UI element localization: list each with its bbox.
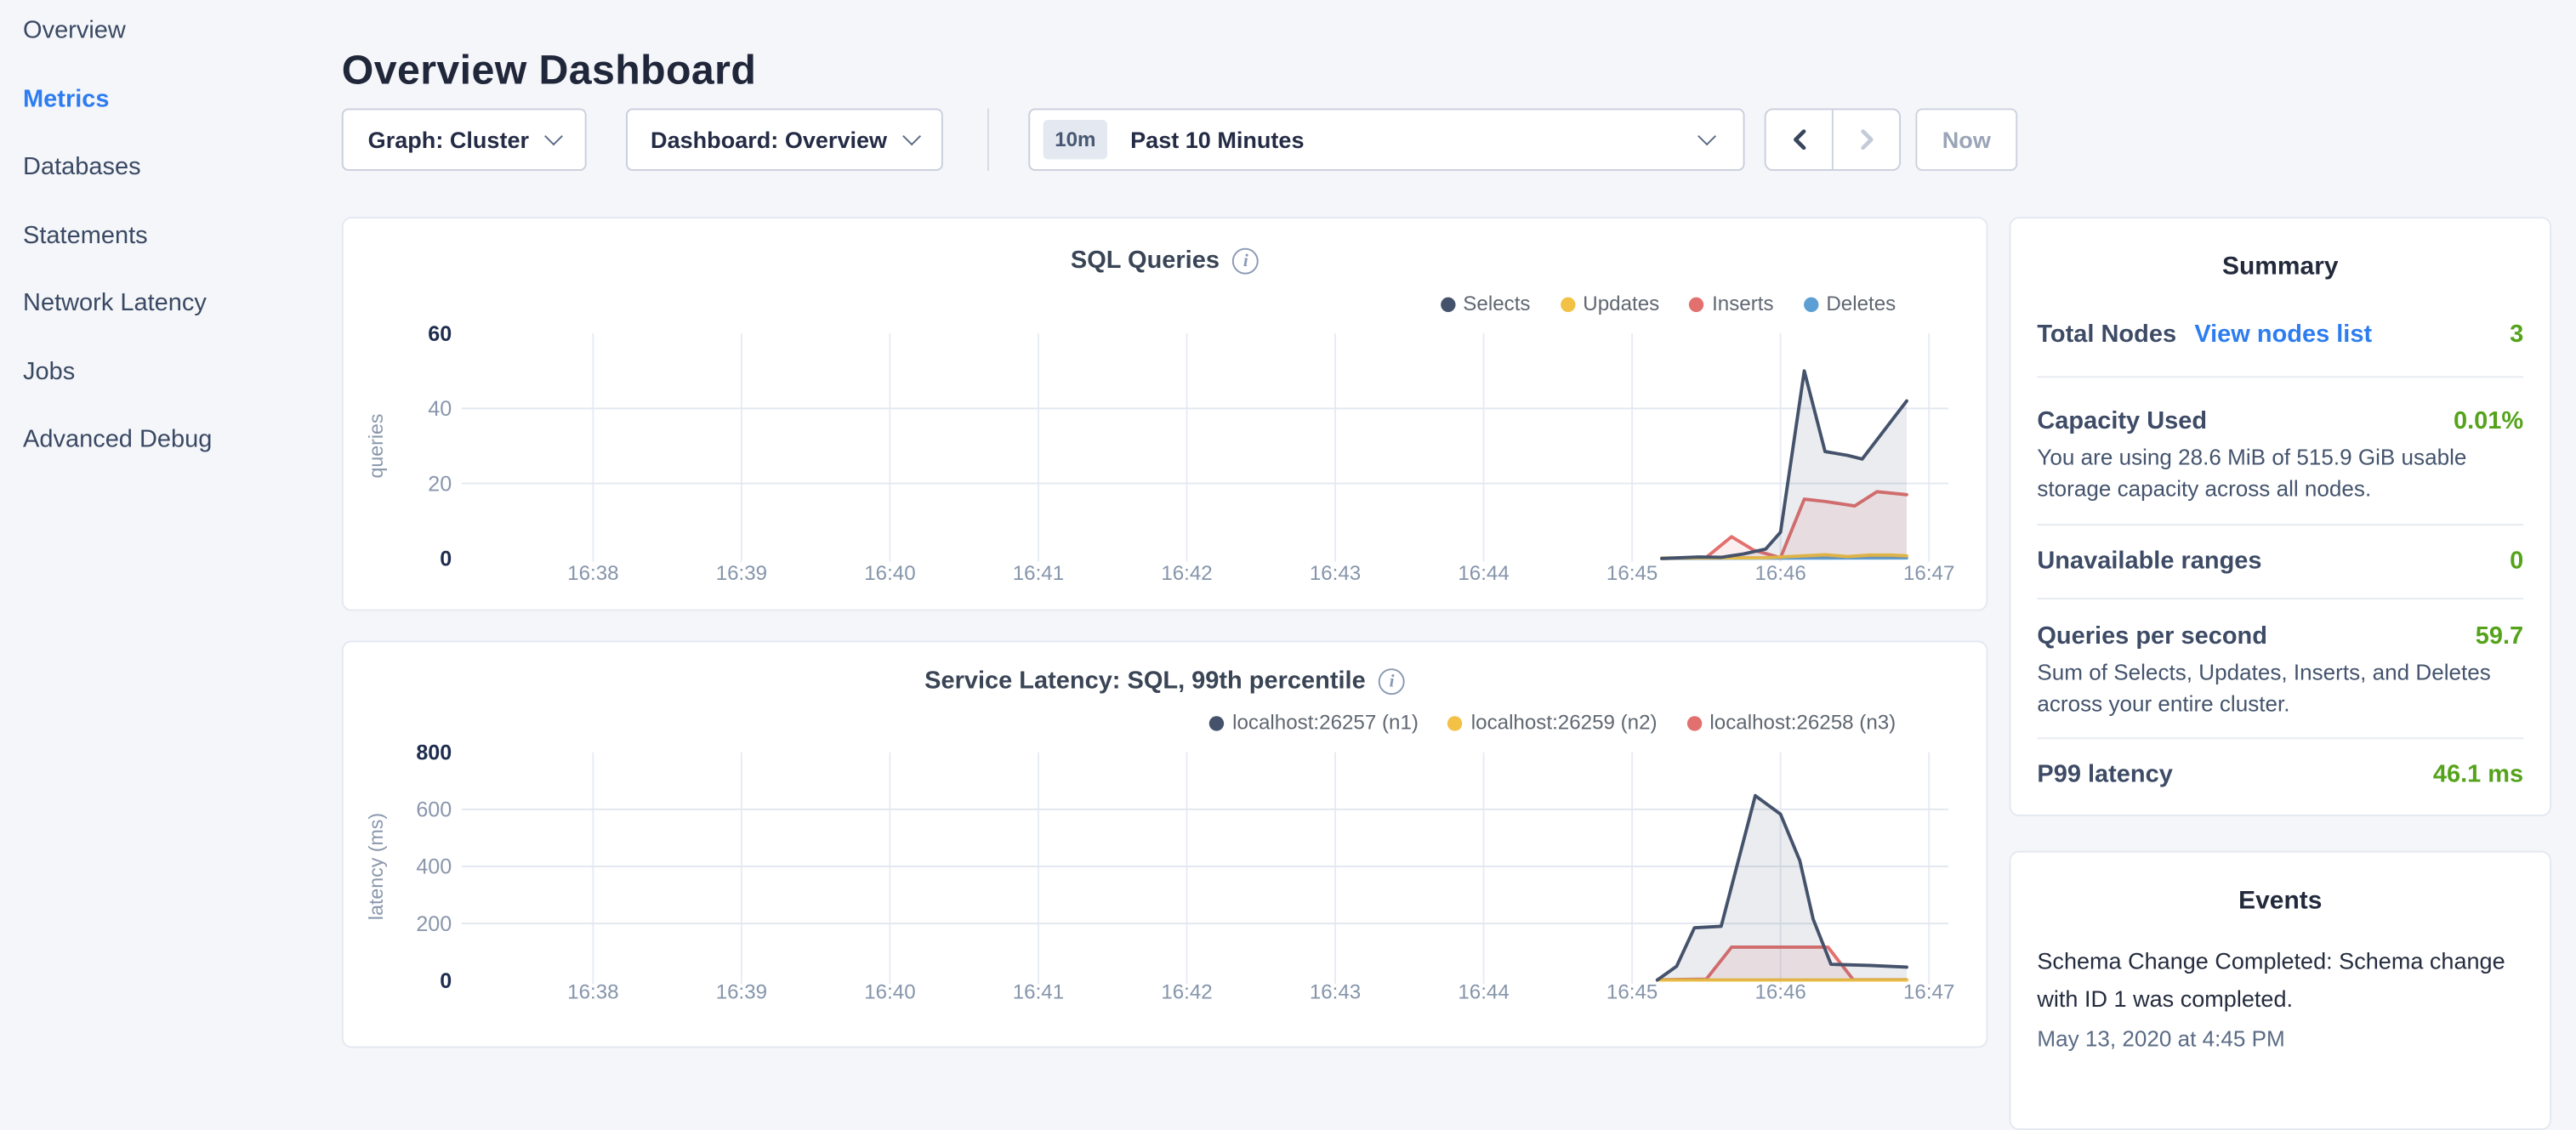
time-pager: [1765, 108, 1901, 170]
sidebar-item-overview[interactable]: Overview: [23, 13, 351, 48]
summary-row-unavailable-ranges: Unavailable ranges 0: [2037, 545, 2523, 578]
x-tick-label: 16:45: [1606, 981, 1658, 1004]
summary-description: You are using 28.6 MiB of 515.9 GiB usab…: [2037, 442, 2523, 504]
chart-plot: 16:38 16:39 16:40 16:41 16:42 16:43 16:44 16:45…: [344, 219, 1987, 610]
x-tick-label: 16:44: [1458, 562, 1509, 585]
chevron-down-icon: [544, 126, 563, 145]
prev-time-button[interactable]: [1766, 110, 1832, 169]
summary-row-capacity-used: Capacity Used 0.01%: [2037, 406, 2523, 439]
x-tick-label: 16:39: [716, 562, 767, 585]
toolbar-divider: [987, 108, 989, 170]
y-tick-label: 400: [416, 855, 452, 879]
next-time-button[interactable]: [1832, 110, 1899, 169]
sidebar: Overview Metrics Databases Statements Ne…: [0, 0, 351, 491]
y-tick-label: 200: [416, 912, 452, 936]
x-tick-label: 16:38: [567, 562, 618, 585]
chevron-down-icon: [1697, 126, 1716, 145]
y-tick-label: 60: [428, 322, 452, 346]
sidebar-item-databases[interactable]: Databases: [23, 150, 351, 185]
summary-description: Sum of Selects, Updates, Inserts, and De…: [2037, 657, 2523, 719]
series-area: [1662, 371, 1907, 559]
y-tick-label: 600: [416, 798, 452, 822]
chevron-down-icon: [902, 126, 921, 145]
chart-plot: 16:38 16:39 16:40 16:41 16:42 16:43 16:44 16:45…: [344, 642, 1987, 1046]
event-timestamp: May 13, 2020 at 4:45 PM: [2037, 1023, 2523, 1054]
page-title: Overview Dashboard: [342, 48, 756, 95]
summary-label: Queries per second: [2037, 621, 2267, 654]
summary-label: Unavailable ranges: [2037, 545, 2261, 578]
dashboard-dropdown-label: Dashboard: Overview: [651, 127, 887, 153]
x-tick-label: 16:41: [1013, 562, 1064, 585]
x-tick-label: 16:43: [1310, 562, 1361, 585]
x-tick-label: 16:47: [1903, 981, 1954, 1004]
divider: [2037, 737, 2523, 739]
x-tick-label: 16:40: [864, 981, 915, 1004]
now-button-label: Now: [1942, 127, 1991, 153]
x-tick-label: 16:47: [1903, 562, 1954, 585]
now-button[interactable]: Now: [1915, 108, 2017, 170]
divider: [2037, 598, 2523, 599]
summary-panel: Summary Total Nodes View nodes list 3 Ca…: [2010, 217, 2551, 816]
summary-label: Capacity Used: [2037, 406, 2207, 439]
summary-label: P99 latency: [2037, 758, 2172, 792]
events-title: Events: [2037, 853, 2523, 918]
view-nodes-list-link[interactable]: View nodes list: [2194, 319, 2372, 352]
y-tick-label: 0: [440, 969, 452, 993]
summary-value: 59.7: [2476, 621, 2523, 654]
time-range-badge: 10m: [1043, 120, 1107, 159]
summary-row-p99-latency: P99 latency 46.1 ms: [2037, 758, 2523, 792]
sidebar-item-jobs[interactable]: Jobs: [23, 354, 351, 389]
x-tick-label: 16:40: [864, 562, 915, 585]
series-area: [1658, 796, 1907, 980]
divider: [2037, 376, 2523, 378]
service-latency-chart-card: Service Latency: SQL, 99th percentile i …: [342, 640, 1988, 1048]
divider: [2037, 524, 2523, 525]
event-message: Schema Change Completed: Schema change w…: [2037, 943, 2523, 1019]
summary-value: 3: [2510, 319, 2523, 352]
sidebar-item-statements[interactable]: Statements: [23, 218, 351, 253]
dashboard-dropdown[interactable]: Dashboard: Overview: [626, 108, 943, 170]
x-tick-label: 16:44: [1458, 981, 1509, 1004]
sidebar-item-metrics[interactable]: Metrics: [23, 82, 351, 117]
x-tick-label: 16:46: [1754, 562, 1805, 585]
y-axis-label: queries: [365, 413, 387, 478]
graph-scope-dropdown-label: Graph: Cluster: [368, 127, 529, 153]
x-tick-label: 16:38: [567, 981, 618, 1004]
x-tick-label: 16:42: [1161, 562, 1212, 585]
time-range-label: Past 10 Minutes: [1130, 127, 1682, 153]
summary-row-queries-per-second: Queries per second 59.7: [2037, 621, 2523, 654]
x-tick-label: 16:45: [1606, 562, 1658, 585]
y-tick-label: 40: [428, 397, 452, 421]
chevron-right-icon: [1856, 128, 1877, 151]
sidebar-item-network-latency[interactable]: Network Latency: [23, 286, 351, 321]
summary-label: Total Nodes: [2037, 319, 2176, 352]
y-tick-label: 20: [428, 472, 452, 496]
sql-queries-chart-card: SQL Queries i SelectsUpdatesInsertsDelet…: [342, 217, 1988, 611]
x-tick-label: 16:43: [1310, 981, 1361, 1004]
chevron-left-icon: [1788, 128, 1810, 151]
y-tick-label: 800: [416, 741, 452, 764]
y-axis-label: latency (ms): [365, 813, 387, 920]
x-tick-label: 16:46: [1754, 981, 1805, 1004]
summary-value: 0.01%: [2454, 406, 2523, 439]
summary-row-total-nodes: Total Nodes View nodes list 3: [2037, 319, 2523, 352]
app-root: Overview Metrics Databases Statements Ne…: [0, 0, 2576, 1051]
graph-scope-dropdown[interactable]: Graph: Cluster: [342, 108, 587, 170]
summary-value: 46.1 ms: [2433, 758, 2523, 792]
x-tick-label: 16:39: [716, 981, 767, 1004]
summary-value: 0: [2510, 545, 2523, 578]
x-tick-label: 16:41: [1013, 981, 1064, 1004]
summary-title: Summary: [2037, 219, 2523, 284]
x-tick-label: 16:42: [1161, 981, 1212, 1004]
events-panel: Events Schema Change Completed: Schema c…: [2010, 851, 2551, 1130]
sidebar-item-advanced-debug[interactable]: Advanced Debug: [23, 422, 351, 457]
y-tick-label: 0: [440, 547, 452, 571]
time-range-selector[interactable]: 10m Past 10 Minutes: [1028, 108, 1744, 170]
